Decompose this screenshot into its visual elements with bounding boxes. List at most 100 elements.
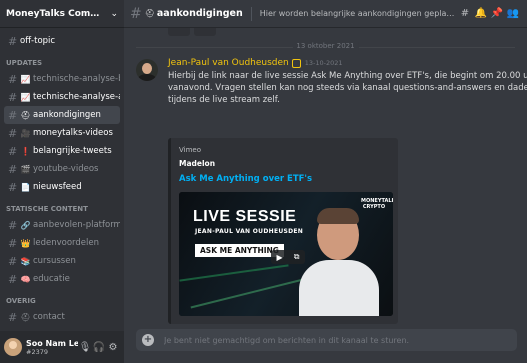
channel-label: youtube-videos [33,164,99,174]
channel-aankondigingen[interactable]: # ⛑ aankondigingen [4,106,120,124]
server-name: MoneyTalks Communi… [6,8,107,19]
channel-moneytalks-videos[interactable]: # 🎥 moneytalks-videos [4,124,120,142]
presenter-body [299,260,379,316]
hash-icon: # [8,180,18,194]
hash-icon: # [8,34,18,48]
embed-provider[interactable]: Vimeo [179,146,201,154]
hash-icon: # [8,108,18,122]
hash-icon: # [8,254,18,268]
category-statische-content[interactable]: STATISCHE CONTENT [4,200,120,216]
user-tag: #2379 [26,347,48,356]
hash-icon: # [8,162,18,176]
helmet-emoji-icon: ⛑ [20,110,31,120]
avatar[interactable] [4,338,22,356]
brain-emoji-icon: 🧠 [20,274,31,284]
headphones-icon[interactable]: 🎧 [92,342,106,353]
presenter-photo [291,204,387,316]
add-attachment-icon[interactable]: + [142,334,154,346]
thumbnail-subline: JEAN-PAUL VAN OUDHEUSDEN [195,228,304,235]
channel-technische-analyse-btc[interactable]: # 📈 technische-analyse-btc [4,70,120,88]
channel-label: technische-analyse-btc [33,74,120,84]
channel-label: technische-analyse-alts [33,92,120,102]
channel-belangrijke-tweets[interactable]: # ❗ belangrijke-tweets [4,142,120,160]
video-thumbnail[interactable]: LIVE SESSIE JEAN-PAUL VAN OUDHEUSDEN ASK… [179,192,393,316]
message-line: vanavond. Vragen stellen kan nog steeds … [168,83,527,93]
books-emoji-icon: 📚 [20,256,31,266]
author-name[interactable]: Jean-Paul van Oudheusden [168,58,289,68]
category-label: UPDATES [6,59,43,67]
moneytalks-logo: MONEYTALKS CRYPTO [361,198,393,210]
helmet-emoji-icon: ⛑ [144,9,155,18]
pin-icon[interactable]: 📌 [489,8,505,19]
microphone-icon[interactable]: 🎙 [78,342,92,353]
message-composer[interactable]: + Je bent niet gemachtigd om berichten i… [136,329,517,351]
hash-icon: # [8,236,18,250]
play-icon[interactable]: ▶ [277,253,283,262]
previous-reaction[interactable] [168,28,190,36]
category-label: OVERIG [6,297,36,305]
threads-icon[interactable]: # [457,8,473,19]
channel-contact[interactable]: # ⛑ contact [4,308,120,326]
message-list: 13 oktober 2021 Jean-Paul van Oudheusden… [124,28,527,325]
channel-technische-analyse-alts[interactable]: # 📈 technische-analyse-alts [4,88,120,106]
hash-icon: # [8,126,18,140]
exclamation-emoji-icon: ❗ [20,146,31,156]
thumbnail-headline: LIVE SESSIE [193,208,297,225]
hash-icon: # [8,218,18,232]
channel-label: moneytalks-videos [33,128,113,138]
channel-label: off-topic [20,36,56,46]
previous-reaction[interactable] [194,28,216,36]
video-play-controls[interactable]: ▶ ⧉ [271,250,305,264]
channel-label: cursussen [33,256,76,266]
channel-title: aankondigingen [156,8,243,19]
camera-emoji-icon: 🎥 [20,128,31,138]
channel-topic[interactable]: Hier worden belangrijke aankondigingen g… [260,9,457,18]
divider [250,6,252,21]
chat-area: # ⛑ aankondigingen Hier worden belangrij… [124,0,527,363]
channel-cursussen[interactable]: # 📚 cursussen [4,252,120,270]
category-updates[interactable]: UPDATES [4,54,120,70]
channel-nieuwsfeed[interactable]: # 📄 nieuwsfeed [4,178,120,196]
username: Soo Nam Lee [26,338,78,348]
message-line: Hierbij de link naar de live sessie Ask … [168,71,527,81]
channel-educatie[interactable]: # 🧠 educatie [4,270,120,288]
category-label: STATISCHE CONTENT [6,205,88,213]
server-header[interactable]: MoneyTalks Communi… ⌄ [0,0,124,28]
message-content: Hierbij de link naar de live sessie Ask … [168,70,527,106]
embed-author[interactable]: Madelon [179,159,215,168]
hash-icon: # [8,272,18,286]
channel-label: ledenvoordelen [33,238,99,248]
date-label: 13 oktober 2021 [292,42,359,50]
chevron-down-icon[interactable]: ⌄ [110,9,118,19]
channel-list: # off-topic UPDATES # 📈 technische-analy… [0,28,124,331]
embed-title-link[interactable]: Ask Me Anything over ETF's [179,174,312,184]
gear-icon[interactable]: ⚙ [106,342,120,353]
clapper-emoji-icon: 🎬 [20,164,31,174]
category-overig[interactable]: OVERIG [4,292,120,308]
user-panel: Soo Nam Lee #2379 🎙 🎧 ⚙ [0,331,124,363]
video-embed: Vimeo Madelon Ask Me Anything over ETF's… [168,138,398,324]
channel-aanbevolen-platformen[interactable]: # 🔗 aanbevolen-platformen [4,216,120,234]
hash-icon: # [8,144,18,158]
hash-icon: # [8,72,18,86]
channel-youtube-videos[interactable]: # 🎬 youtube-videos [4,160,120,178]
chart-emoji-icon: 📈 [20,74,31,84]
bell-icon[interactable]: 🔔 [473,8,489,19]
helmet-emoji-icon: ⛑ [20,312,31,322]
message-timestamp: 13-10-2021 [304,59,343,67]
presenter-hair [317,208,359,224]
user-info[interactable]: Soo Nam Lee #2379 [26,339,78,356]
hash-icon: # [8,90,18,104]
hash-icon: # [8,310,18,324]
hash-icon: # [130,5,142,22]
channel-sidebar: MoneyTalks Communi… ⌄ # off-topic UPDATE… [0,0,124,363]
channel-off-topic[interactable]: # off-topic [4,32,120,50]
message-header: Jean-Paul van Oudheusden 13-10-2021 [168,58,343,68]
members-icon[interactable]: 👥 [505,8,521,19]
author-avatar[interactable] [136,59,158,81]
external-link-icon[interactable]: ⧉ [294,252,300,262]
channel-label: belangrijke-tweets [33,146,112,156]
message-line: tijdens de live stream zelf. [168,95,280,105]
link-emoji-icon: 🔗 [20,220,31,230]
channel-ledenvoordelen[interactable]: # 👑 ledenvoordelen [4,234,120,252]
